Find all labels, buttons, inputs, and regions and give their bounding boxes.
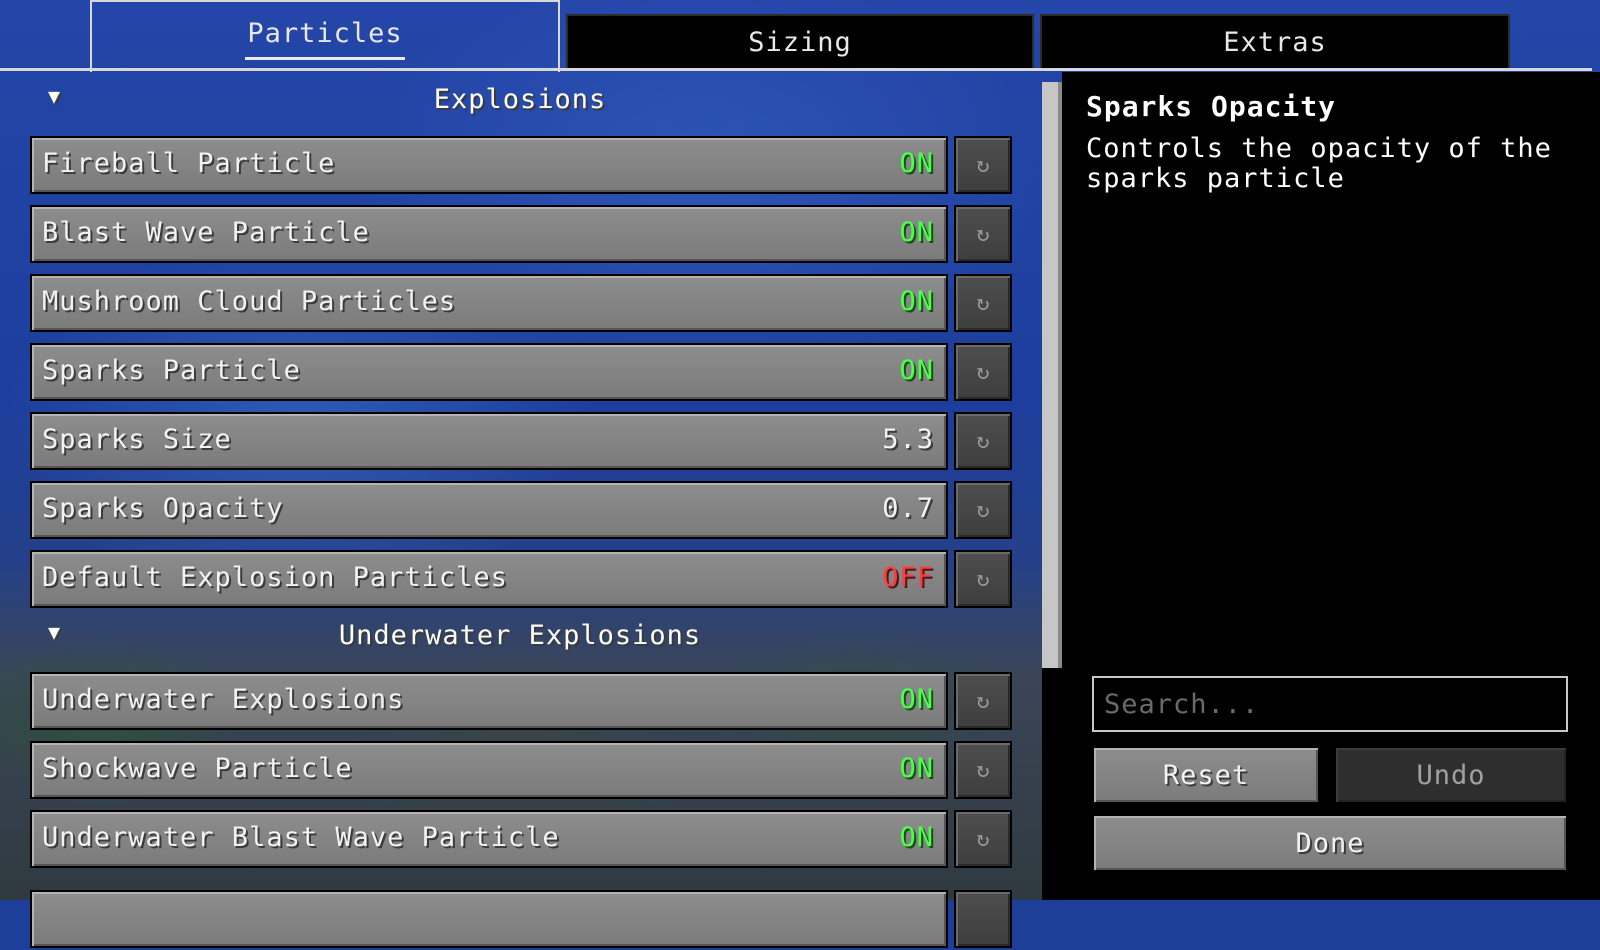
description-title: Sparks Opacity — [1086, 90, 1337, 123]
description-text: Controls the opacity of the sparks parti… — [1086, 133, 1552, 194]
option-value: ON — [899, 354, 934, 386]
option-row-partial — [30, 890, 1012, 950]
reset-icon: ↻ — [976, 428, 990, 454]
option-value: 0.7 — [882, 492, 934, 524]
reset-icon: ↻ — [976, 497, 990, 523]
option-button[interactable]: Fireball Particle ON — [30, 136, 948, 194]
option-button[interactable]: Mushroom Cloud Particles ON — [30, 274, 948, 332]
option-label: Underwater Blast Wave Particle — [42, 821, 560, 853]
search-input[interactable] — [1092, 676, 1568, 732]
tab-bar: Particles Sizing Extras — [0, 0, 1600, 72]
tab-particles[interactable]: Particles — [90, 0, 560, 72]
scrollbar-track[interactable] — [1042, 668, 1062, 900]
reset-option-button[interactable]: ↻ — [954, 672, 1012, 730]
reset-icon: ↻ — [976, 221, 990, 247]
section-header-underwater-explosions[interactable]: ▼ Underwater Explosions — [0, 610, 1040, 660]
section-header-explosions[interactable]: ▼ Explosions — [0, 74, 1040, 124]
scrollbar-thumb[interactable] — [1042, 82, 1062, 668]
option-value: ON — [899, 821, 934, 853]
option-row-default-explosion-particles: Default Explosion Particles OFF ↻ — [30, 550, 1012, 610]
reset-option-button[interactable]: ↻ — [954, 136, 1012, 194]
reset-icon: ↻ — [976, 152, 990, 178]
option-label: Default Explosion Particles — [42, 561, 508, 593]
description-panel: Sparks Opacity Controls the opacity of t… — [1062, 72, 1600, 900]
option-row-underwater-blast-wave-particle: Underwater Blast Wave Particle ON ↻ — [30, 810, 1012, 870]
option-row-mushroom-cloud-particles: Mushroom Cloud Particles ON ↻ — [30, 274, 1012, 334]
reset-option-button[interactable]: ↻ — [954, 205, 1012, 263]
option-row-shockwave-particle: Shockwave Particle ON ↻ — [30, 741, 1012, 801]
option-row-sparks-opacity: Sparks Opacity 0.7 ↻ — [30, 481, 1012, 541]
option-label: Underwater Explosions — [42, 683, 405, 715]
collapse-icon[interactable]: ▼ — [48, 84, 61, 108]
reset-option-button[interactable]: ↻ — [954, 810, 1012, 868]
tab-extras-label: Extras — [1223, 26, 1327, 58]
option-label: Sparks Opacity — [42, 492, 284, 524]
section-title: Underwater Explosions — [338, 619, 702, 651]
option-button[interactable]: Underwater Blast Wave Particle ON — [30, 810, 948, 868]
option-value: ON — [899, 216, 934, 248]
option-button[interactable]: Sparks Particle ON — [30, 343, 948, 401]
option-button[interactable]: Underwater Explosions ON — [30, 672, 948, 730]
collapse-icon[interactable]: ▼ — [48, 620, 61, 644]
reset-option-button[interactable]: ↻ — [954, 481, 1012, 539]
reset-option-button[interactable]: ↻ — [954, 550, 1012, 608]
option-value: OFF — [882, 561, 934, 593]
option-row-underwater-explosions: Underwater Explosions ON ↻ — [30, 672, 1012, 732]
option-button[interactable]: Default Explosion Particles OFF — [30, 550, 948, 608]
section-title: Explosions — [433, 83, 607, 115]
tab-extras[interactable]: Extras — [1040, 14, 1510, 70]
option-label: Shockwave Particle — [42, 752, 353, 784]
option-button[interactable] — [30, 890, 948, 948]
reset-icon: ↻ — [976, 290, 990, 316]
option-button[interactable]: Shockwave Particle ON — [30, 741, 948, 799]
options-list: ▼ Explosions Fireball Particle ON ↻ Blas… — [0, 72, 1040, 948]
reset-icon: ↻ — [976, 566, 990, 592]
reset-icon: ↻ — [976, 826, 990, 852]
reset-button[interactable]: Reset — [1092, 746, 1320, 804]
reset-option-button[interactable]: ↻ — [954, 412, 1012, 470]
reset-option-button[interactable] — [954, 890, 1012, 948]
reset-option-button[interactable]: ↻ — [954, 274, 1012, 332]
option-value: 5.3 — [882, 423, 934, 455]
option-slider[interactable]: Sparks Opacity 0.7 — [30, 481, 948, 539]
option-row-sparks-particle: Sparks Particle ON ↻ — [30, 343, 1012, 403]
option-row-fireball-particle: Fireball Particle ON ↻ — [30, 136, 1012, 196]
option-label: Mushroom Cloud Particles — [42, 285, 457, 317]
tab-sizing[interactable]: Sizing — [566, 14, 1034, 70]
tab-particles-label: Particles — [245, 18, 405, 60]
reset-icon: ↻ — [976, 359, 990, 385]
option-value: ON — [899, 752, 934, 784]
option-label: Sparks Particle — [42, 354, 301, 386]
option-value: ON — [899, 285, 934, 317]
reset-option-button[interactable]: ↻ — [954, 741, 1012, 799]
option-label: Sparks Size — [42, 423, 232, 455]
option-value: ON — [899, 683, 934, 715]
option-row-blast-wave-particle: Blast Wave Particle ON ↻ — [30, 205, 1012, 265]
tab-sizing-label: Sizing — [748, 26, 852, 58]
option-button[interactable]: Blast Wave Particle ON — [30, 205, 948, 263]
reset-icon: ↻ — [976, 688, 990, 714]
option-row-sparks-size: Sparks Size 5.3 ↻ — [30, 412, 1012, 472]
option-label: Fireball Particle — [42, 147, 336, 179]
undo-button[interactable]: Undo — [1334, 746, 1568, 804]
reset-option-button[interactable]: ↻ — [954, 343, 1012, 401]
reset-icon: ↻ — [976, 757, 990, 783]
option-value: ON — [899, 147, 934, 179]
done-button[interactable]: Done — [1092, 814, 1568, 872]
option-label: Blast Wave Particle — [42, 216, 370, 248]
option-slider[interactable]: Sparks Size 5.3 — [30, 412, 948, 470]
